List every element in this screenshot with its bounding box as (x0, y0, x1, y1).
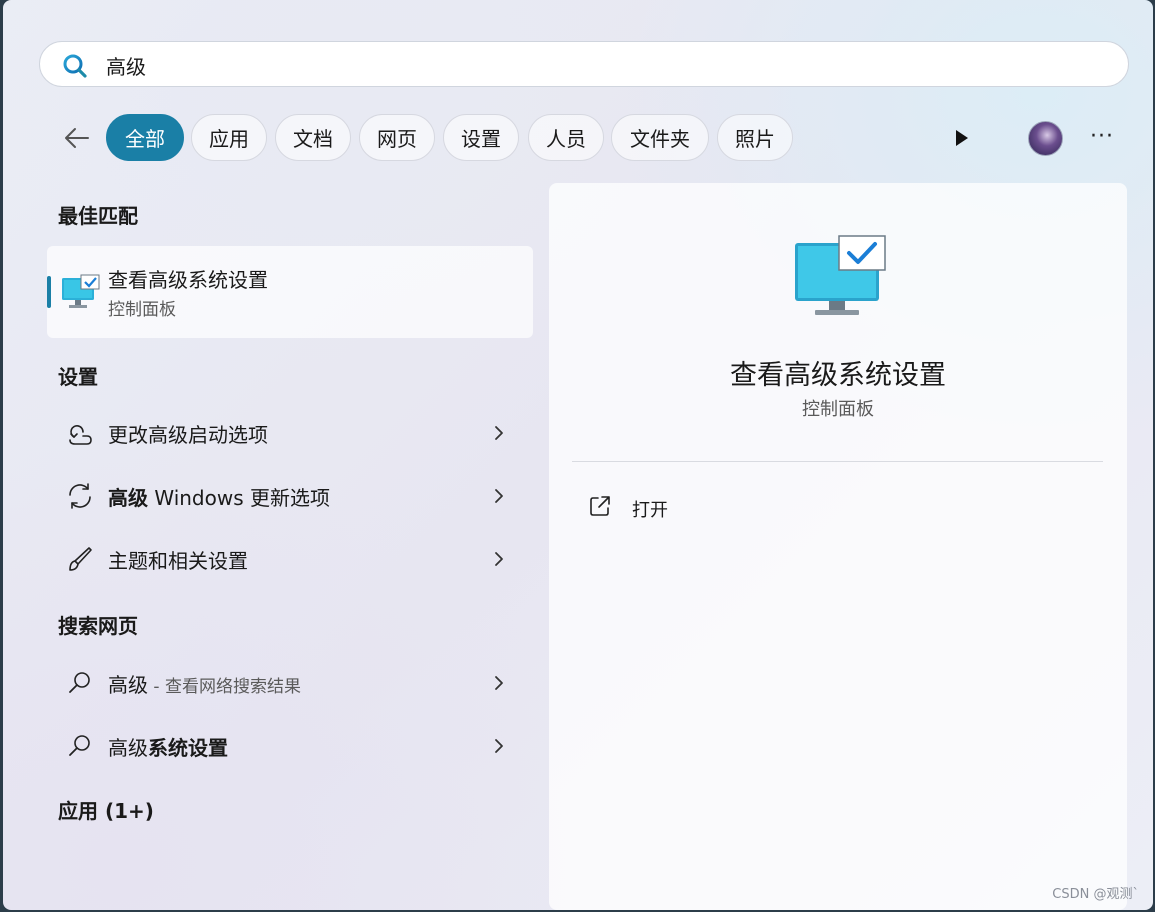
search-window: 全部 应用 文档 网页 设置 人员 文件夹 照片 ··· 最佳匹配 查看高级系统… (3, 0, 1153, 910)
section-apps[interactable]: 应用 (1+) (58, 795, 154, 824)
monitor-check-icon (62, 274, 100, 308)
settings-item-label: 更改高级启动选项 (108, 423, 268, 447)
section-best-match: 最佳匹配 (58, 204, 138, 228)
filter-tab-apps[interactable]: 应用 (191, 114, 267, 161)
web-item-label: 高级系统设置 (108, 736, 228, 760)
open-action[interactable]: 打开 (587, 489, 787, 525)
section-settings: 设置 (58, 365, 98, 389)
preview-subtitle: 控制面板 (802, 399, 874, 420)
search-box[interactable] (39, 41, 1129, 87)
search-input[interactable] (104, 50, 1008, 80)
web-item-system-settings[interactable]: 高级系统设置 (47, 718, 533, 774)
monitor-check-icon (795, 235, 886, 315)
play-icon[interactable] (948, 125, 974, 151)
search-icon (69, 735, 90, 756)
settings-item-advanced-startup[interactable]: 更改高级启动选项 (47, 405, 533, 461)
settings-item-windows-update[interactable]: 高级 Windows 更新选项 (47, 468, 533, 524)
preview-title: 查看高级系统设置 (730, 360, 946, 391)
web-item-label: 高级 - 查看网络搜索结果 (108, 673, 301, 697)
best-match-item[interactable]: 查看高级系统设置 控制面板 (47, 246, 533, 338)
filter-tab-photos[interactable]: 照片 (717, 114, 793, 161)
best-match-title: 查看高级系统设置 (108, 268, 268, 292)
back-arrow-icon[interactable] (61, 122, 93, 154)
section-web-search: 搜索网页 (58, 614, 138, 638)
filter-tab-all[interactable]: 全部 (106, 114, 184, 161)
watermark: CSDN @观测` (1052, 887, 1139, 902)
sync-icon (69, 483, 91, 509)
web-item-search-results[interactable]: 高级 - 查看网络搜索结果 (47, 655, 533, 711)
filter-tab-documents[interactable]: 文档 (275, 114, 351, 161)
more-options-icon[interactable]: ··· (1087, 126, 1117, 148)
search-icon (63, 54, 87, 78)
settings-item-themes[interactable]: 主题和相关设置 (47, 531, 533, 587)
divider (572, 461, 1103, 462)
open-label: 打开 (632, 500, 668, 521)
selection-indicator (47, 276, 51, 308)
chevron-right-icon (495, 676, 503, 690)
chevron-right-icon (495, 739, 503, 753)
brush-icon (69, 547, 92, 571)
settings-item-label: 主题和相关设置 (108, 549, 248, 573)
chevron-right-icon (495, 489, 503, 503)
chevron-right-icon (495, 552, 503, 566)
filter-tab-folders[interactable]: 文件夹 (611, 114, 709, 161)
chevron-right-icon (495, 426, 503, 440)
filter-tab-people[interactable]: 人员 (528, 114, 604, 161)
open-external-icon (590, 496, 610, 516)
recovery-icon (69, 425, 92, 445)
best-match-subtitle: 控制面板 (108, 300, 176, 320)
settings-item-label: 高级 Windows 更新选项 (108, 486, 330, 510)
search-icon (69, 672, 90, 693)
filter-tab-web[interactable]: 网页 (359, 114, 435, 161)
filter-tab-settings[interactable]: 设置 (443, 114, 519, 161)
preview-panel: 查看高级系统设置 控制面板 打开 (549, 183, 1127, 910)
avatar[interactable] (1028, 121, 1063, 156)
